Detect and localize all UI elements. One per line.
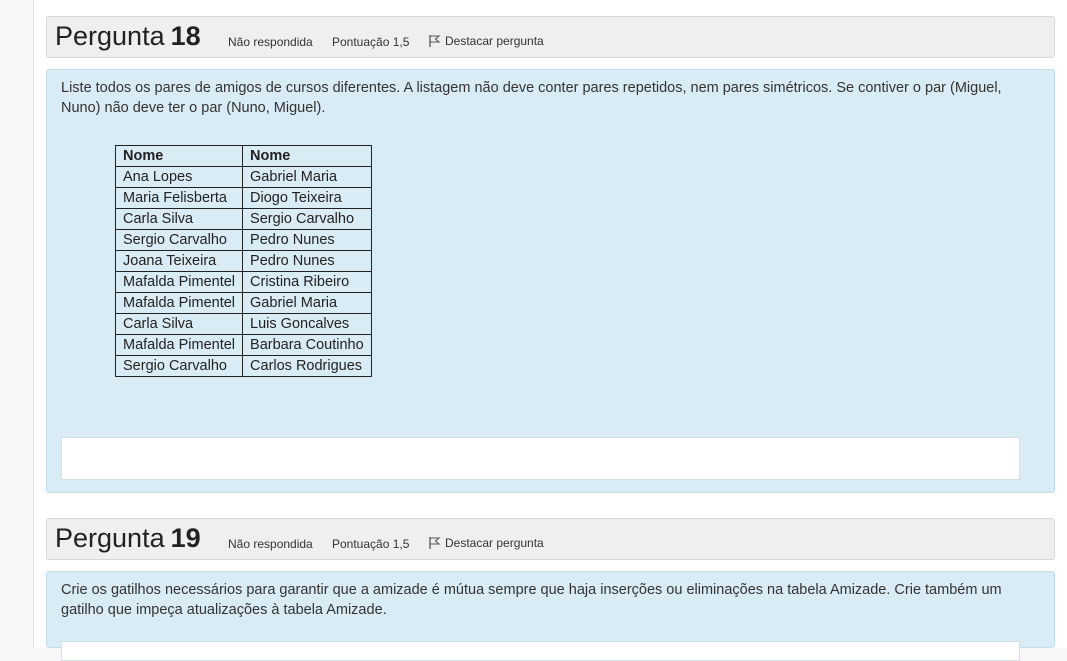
answer-editor[interactable] bbox=[61, 641, 1020, 661]
table-header-cell: Nome bbox=[242, 145, 372, 167]
question-title: Pergunta 18 bbox=[55, 21, 201, 52]
question-text: Crie os gatilhos necessários para garant… bbox=[61, 582, 1002, 618]
question-label: Pergunta bbox=[55, 523, 165, 553]
table-cell: Sergio Carvalho bbox=[114, 229, 244, 251]
table-cell: Luis Goncalves bbox=[242, 313, 372, 335]
table-row: Joana Teixeira Pedro Nunes bbox=[114, 250, 372, 272]
question-body: Liste todos os pares de amigos de cursos… bbox=[46, 69, 1055, 493]
table-row: Sergio Carvalho Carlos Rodrigues bbox=[114, 355, 372, 377]
table-cell: Sergio Carvalho bbox=[114, 355, 244, 377]
table-cell: Barbara Coutinho bbox=[242, 334, 372, 356]
table-cell: Carla Silva bbox=[114, 313, 244, 335]
table-row: Mafalda Pimentel Barbara Coutinho bbox=[114, 334, 372, 356]
question-number: 19 bbox=[170, 523, 201, 553]
flag-question-label: Destacar pergunta bbox=[445, 34, 544, 48]
table-row: Ana Lopes Gabriel Maria bbox=[114, 166, 372, 188]
flag-icon bbox=[429, 537, 441, 549]
table-cell: Maria Felisberta bbox=[114, 187, 244, 209]
question-body: Crie os gatilhos necessários para garant… bbox=[46, 571, 1055, 661]
flag-icon bbox=[429, 35, 441, 47]
flag-question-button[interactable]: Destacar pergunta bbox=[428, 536, 544, 550]
table-cell: Cristina Ribeiro bbox=[242, 271, 372, 293]
table-header-cell: Nome bbox=[114, 145, 244, 167]
table-row: Sergio Carvalho Pedro Nunes bbox=[114, 229, 372, 251]
table-cell: Mafalda Pimentel bbox=[114, 334, 244, 356]
table-cell: Joana Teixeira bbox=[114, 250, 244, 272]
table-cell: Ana Lopes bbox=[114, 166, 244, 188]
flag-question-button[interactable]: Destacar pergunta bbox=[428, 34, 544, 48]
answer-editor[interactable] bbox=[61, 437, 1020, 480]
question-label: Pergunta bbox=[55, 21, 165, 51]
table-header-row: Nome Nome bbox=[114, 145, 372, 167]
table-cell: Mafalda Pimentel bbox=[114, 271, 244, 293]
question-number: 18 bbox=[170, 21, 201, 51]
table-cell: Carlos Rodrigues bbox=[242, 355, 372, 377]
table-row: Mafalda Pimentel Cristina Ribeiro bbox=[114, 271, 372, 293]
table-row: Carla Silva Sergio Carvalho bbox=[114, 208, 372, 230]
question-18: Pergunta 18 Não respondida Pontuação 1,5 … bbox=[46, 16, 1055, 493]
table-cell: Diogo Teixeira bbox=[242, 187, 372, 209]
question-status: Não respondida bbox=[228, 35, 313, 49]
question-title: Pergunta 19 bbox=[55, 523, 201, 554]
table-row: Carla Silva Luis Goncalves bbox=[114, 313, 372, 335]
question-header: Pergunta 19 Não respondida Pontuação 1,5 … bbox=[46, 518, 1055, 560]
question-19: Pergunta 19 Não respondida Pontuação 1,5 … bbox=[46, 518, 1055, 661]
question-text: Liste todos os pares de amigos de cursos… bbox=[61, 80, 1002, 116]
question-score: Pontuação 1,5 bbox=[332, 35, 410, 49]
table-cell: Gabriel Maria bbox=[242, 292, 372, 314]
table-row: Maria Felisberta Diogo Teixeira bbox=[114, 187, 372, 209]
flag-question-label: Destacar pergunta bbox=[445, 536, 544, 550]
table-cell: Pedro Nunes bbox=[242, 250, 372, 272]
table-cell: Carla Silva bbox=[114, 208, 244, 230]
question-score: Pontuação 1,5 bbox=[332, 537, 410, 551]
table-cell: Pedro Nunes bbox=[242, 229, 372, 251]
table-cell: Gabriel Maria bbox=[242, 166, 372, 188]
friends-table: Nome Nome Ana Lopes Gabriel Maria Maria … bbox=[114, 145, 372, 377]
page-content: Pergunta 18 Não respondida Pontuação 1,5 … bbox=[33, 0, 1067, 661]
question-header: Pergunta 18 Não respondida Pontuação 1,5 … bbox=[46, 16, 1055, 58]
table-cell: Mafalda Pimentel bbox=[114, 292, 244, 314]
table-cell: Sergio Carvalho bbox=[242, 208, 372, 230]
table-row: Mafalda Pimentel Gabriel Maria bbox=[114, 292, 372, 314]
question-status: Não respondida bbox=[228, 537, 313, 551]
